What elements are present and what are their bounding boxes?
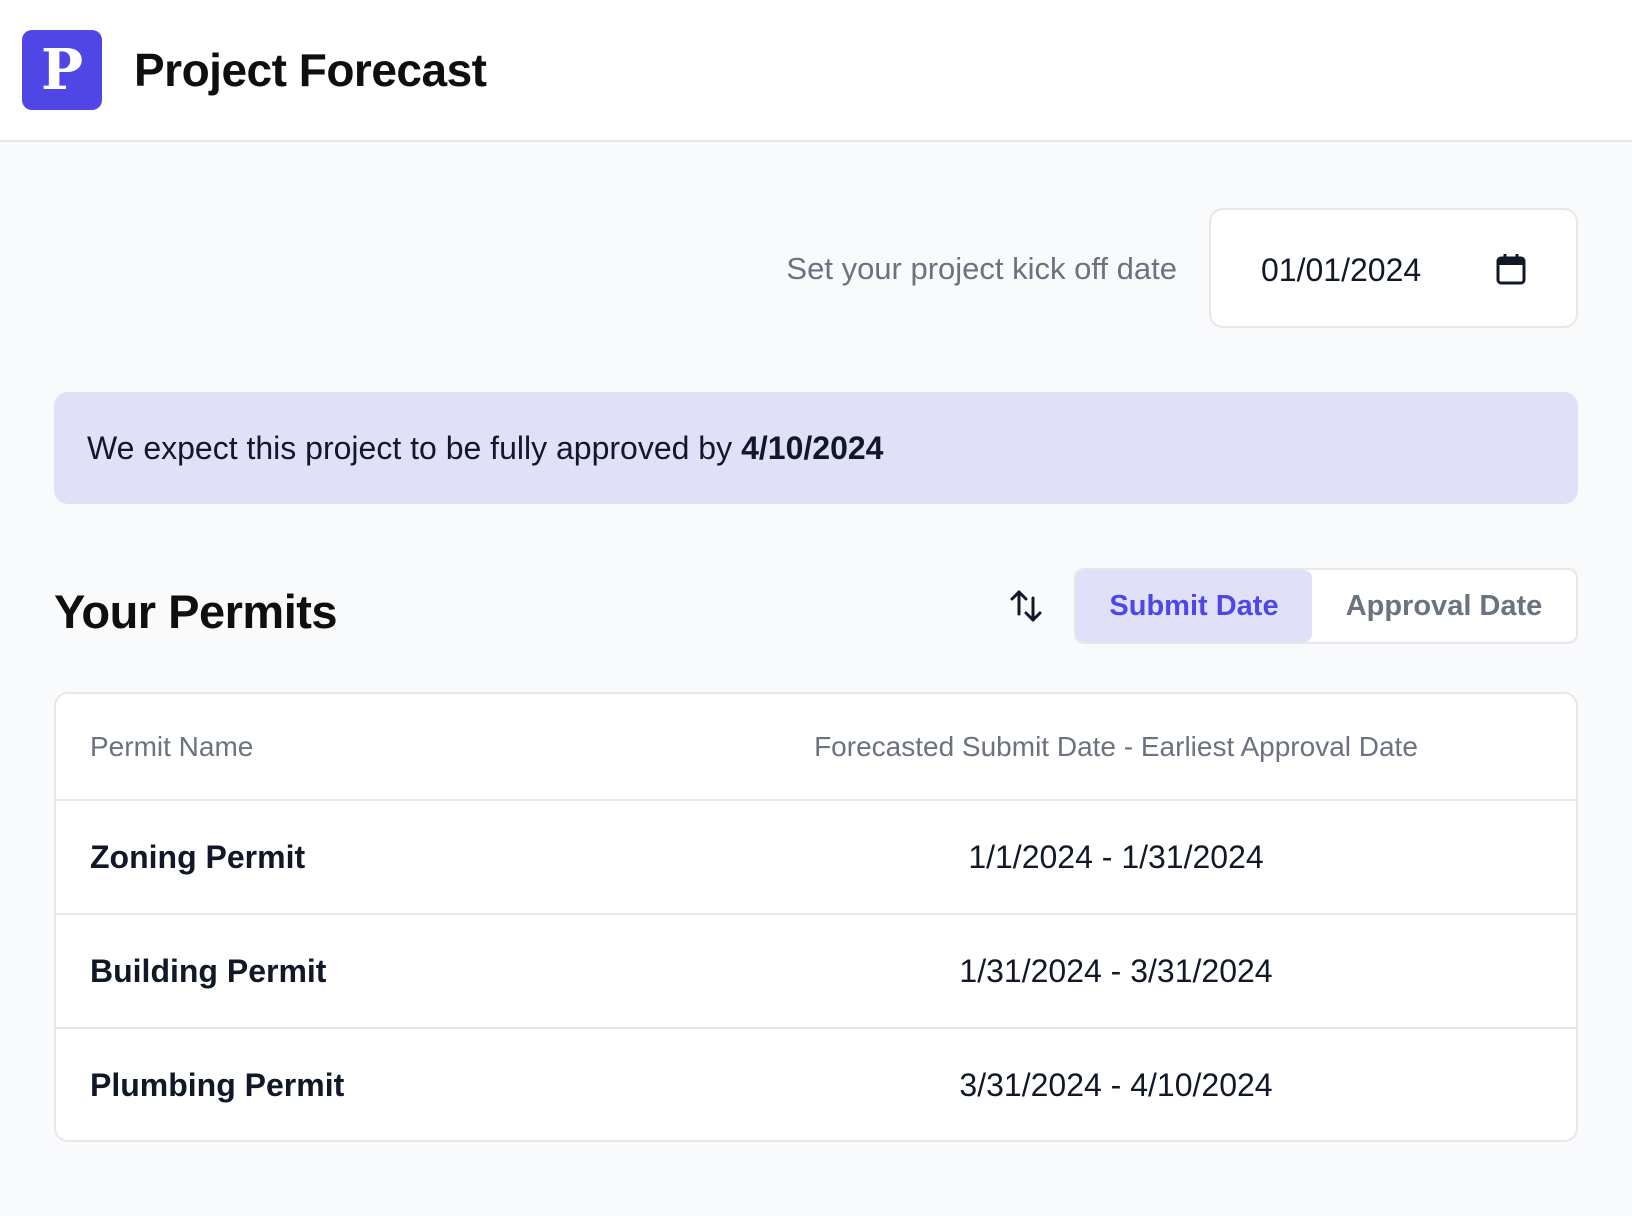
kickoff-date-label: Set your project kick off date <box>786 251 1177 286</box>
column-header-dates: Forecasted Submit Date - Earliest Approv… <box>814 730 1418 762</box>
table-row: Zoning Permit 1/1/2024 - 1/31/2024 <box>56 801 1576 915</box>
permit-name: Building Permit <box>90 952 327 989</box>
table-row: Plumbing Permit 3/31/2024 - 4/10/2024 <box>56 1029 1576 1140</box>
permit-dates: 3/31/2024 - 4/10/2024 <box>959 1066 1273 1103</box>
app-header: P Project Forecast <box>0 0 1632 142</box>
permit-dates: 1/31/2024 - 3/31/2024 <box>959 952 1273 989</box>
banner-approval-date: 4/10/2024 <box>741 429 884 466</box>
permit-dates: 1/1/2024 - 1/31/2024 <box>968 838 1264 875</box>
sort-submit-date-button[interactable]: Submit Date <box>1076 570 1312 642</box>
sort-arrows-icon[interactable] <box>1008 588 1044 624</box>
column-header-permit-name: Permit Name <box>90 730 254 762</box>
kickoff-date-input[interactable]: 01/01/2024 <box>1209 208 1578 328</box>
permit-name: Zoning Permit <box>90 838 306 875</box>
app-logo: P <box>22 30 102 110</box>
calendar-icon[interactable] <box>1495 252 1527 286</box>
sort-toggle: Submit Date Approval Date <box>1074 568 1578 644</box>
table-header: Permit Name Forecasted Submit Date - Ear… <box>56 694 1576 801</box>
logo-letter: P <box>40 37 84 103</box>
permits-title: Your Permits <box>54 585 338 638</box>
kickoff-date-value[interactable]: 01/01/2024 <box>1261 250 1421 290</box>
approval-forecast-banner: We expect this project to be fully appro… <box>54 392 1578 504</box>
permit-name: Plumbing Permit <box>90 1066 345 1103</box>
sort-approval-date-button[interactable]: Approval Date <box>1312 570 1576 642</box>
table-row: Building Permit 1/31/2024 - 3/31/2024 <box>56 915 1576 1029</box>
app-title: Project Forecast <box>134 44 487 96</box>
permits-table: Permit Name Forecasted Submit Date - Ear… <box>54 692 1578 1142</box>
banner-text: We expect this project to be fully appro… <box>87 429 733 466</box>
